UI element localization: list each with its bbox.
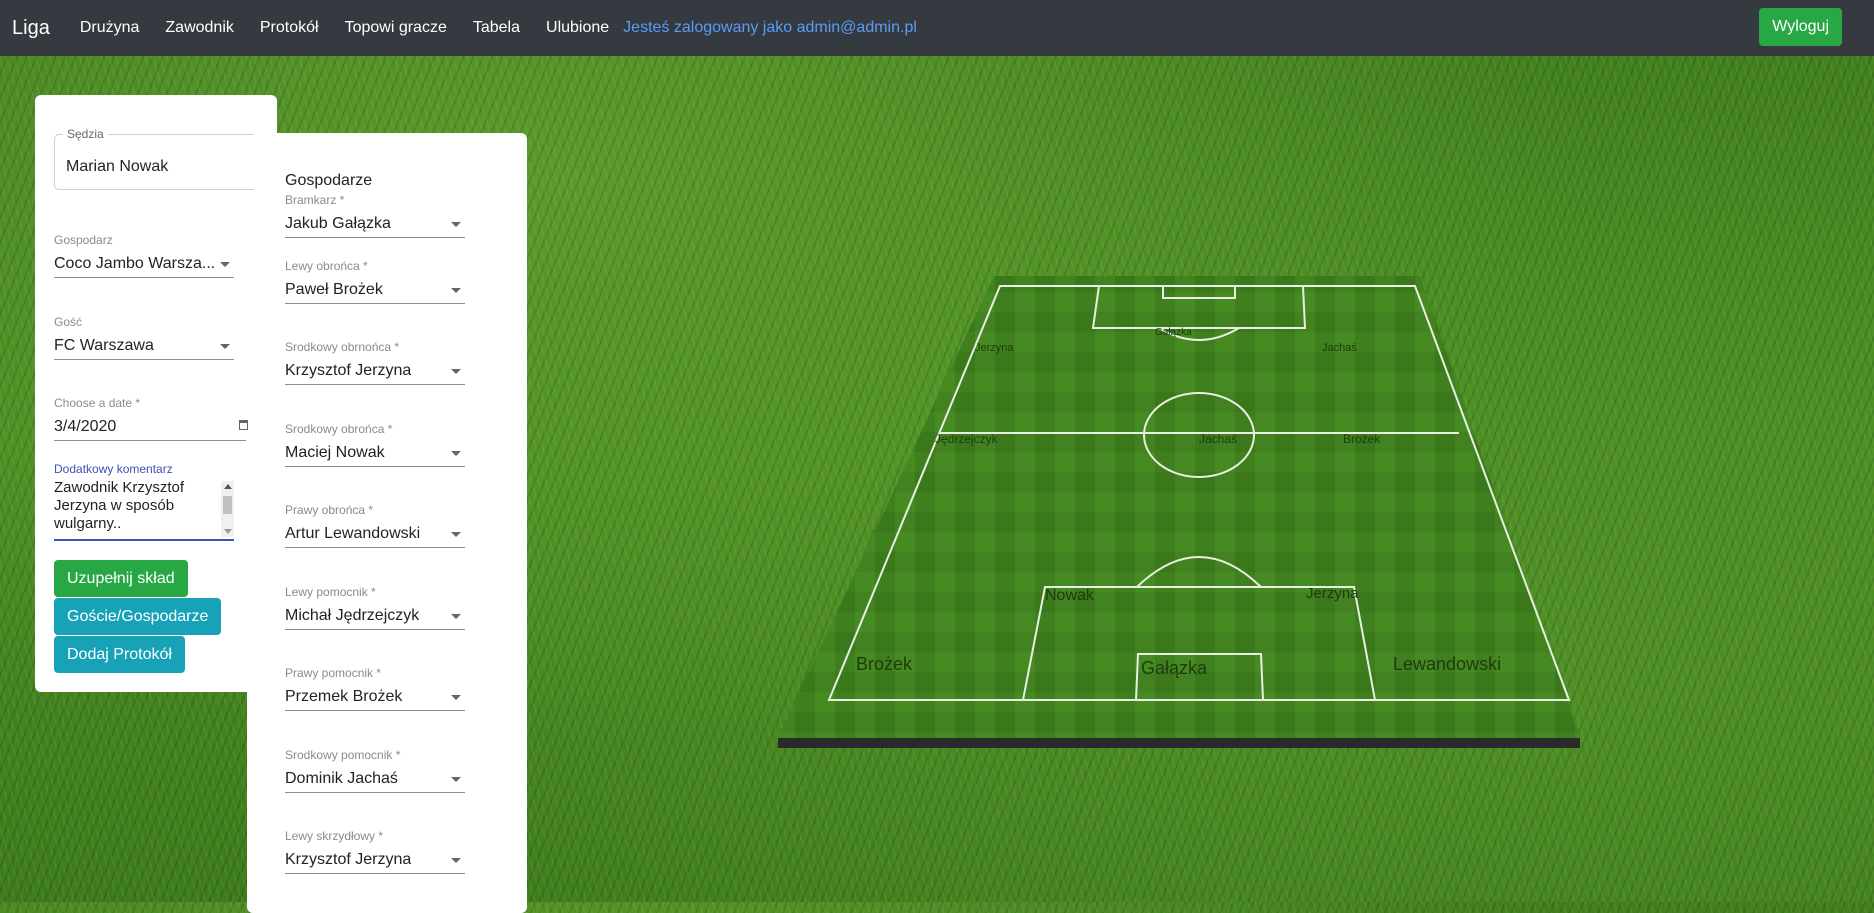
position-select-bramkarz[interactable]: Bramkarz * Jakub Gałązka <box>285 193 465 238</box>
lineup-title: Gospodarze <box>285 172 373 189</box>
logged-in-status: Jesteś zalogowany jako admin@admin.pl <box>623 19 917 36</box>
fill-squad-button[interactable]: Uzupełnij skład <box>54 560 188 597</box>
position-label: Bramkarz * <box>285 193 345 207</box>
position-select-srodkowy-obronca-2[interactable]: Srodkowy obrońca * Maciej Nowak <box>285 422 465 467</box>
date-field[interactable]: Choose a date * 3/4/2020 <box>54 396 248 441</box>
position-value: Artur Lewandowski <box>285 525 421 542</box>
position-value: Krzysztof Jerzyna <box>285 362 412 379</box>
guest-select[interactable]: Gość FC Warszawa <box>54 315 234 360</box>
pitch-label: Jędrzejczyk <box>935 432 998 446</box>
position-label: Lewy pomocnik * <box>285 585 376 599</box>
date-value: 3/4/2020 <box>54 418 117 435</box>
host-value: Coco Jambo Warsza... <box>54 255 214 272</box>
chevron-down-icon <box>451 451 461 456</box>
host-label: Gospodarz <box>54 233 113 247</box>
position-select-srodkowy-pomocnik[interactable]: Srodkowy pomocnik * Dominik Jachaś <box>285 748 465 793</box>
guests-hosts-button[interactable]: Goście/Gospodarze <box>54 598 222 635</box>
nav-link-zawodnik[interactable]: Zawodnik <box>165 19 233 37</box>
position-label: Lewy obrońca * <box>285 259 368 273</box>
position-label: Srodkowy obrnońca * <box>285 340 400 354</box>
referee-field[interactable]: Sędzia Marian Nowak <box>54 127 254 190</box>
nav-link-tabela[interactable]: Tabela <box>473 19 520 37</box>
football-pitch: Gałązka Jerzyna Jachaś Jędrzejczyk Jacha… <box>775 272 1625 752</box>
chevron-down-icon <box>451 777 461 782</box>
chevron-down-icon <box>451 222 461 227</box>
brand-logo[interactable]: Liga <box>12 17 50 40</box>
date-label: Choose a date * <box>54 396 141 410</box>
top-navbar: Liga Drużyna Zawodnik Protokół Topowi gr… <box>0 0 1874 56</box>
position-select-srodkowy-obronca-1[interactable]: Srodkowy obrnońca * Krzysztof Jerzyna <box>285 340 465 385</box>
chevron-down-icon <box>451 532 461 537</box>
pitch-label: Gałązka <box>1155 327 1192 338</box>
nav-link-protokol[interactable]: Protokół <box>260 19 319 37</box>
comment-text: Zawodnik Krzysztof Jerzyna w sposób wulg… <box>54 479 185 532</box>
position-select-lewy-skrzydlowy[interactable]: Lewy skrzydłowy * Krzysztof Jerzyna <box>285 829 465 874</box>
position-select-prawy-obronca[interactable]: Prawy obrońca * Artur Lewandowski <box>285 503 465 548</box>
chevron-down-icon <box>451 695 461 700</box>
comment-field[interactable]: Dodatkowy komentarz Zawodnik Krzysztof J… <box>54 462 234 541</box>
position-select-prawy-pomocnik[interactable]: Prawy pomocnik * Przemek Brożek <box>285 666 465 711</box>
pitch-graphic <box>778 276 1580 748</box>
nav-link-druzyna[interactable]: Drużyna <box>80 19 140 37</box>
position-label: Srodkowy pomocnik * <box>285 748 401 762</box>
pitch-label: Jachaś <box>1322 342 1357 354</box>
chevron-down-icon <box>451 288 461 293</box>
position-value: Paweł Brożek <box>285 281 383 298</box>
pitch-label: Jerzyna <box>975 342 1014 354</box>
position-value: Krzysztof Jerzyna <box>285 851 412 868</box>
position-label: Prawy obrońca * <box>285 503 374 517</box>
position-label: Lewy skrzydłowy * <box>285 829 384 843</box>
comment-scrollbar[interactable] <box>221 481 234 537</box>
position-value: Michał Jędrzejczyk <box>285 607 420 624</box>
pitch-label: Gałązka <box>1141 658 1208 678</box>
chevron-down-icon <box>451 858 461 863</box>
pitch-label: Jerzyna <box>1306 585 1359 602</box>
position-value: Jakub Gałązka <box>285 215 391 232</box>
pitch-shadow <box>778 738 1580 748</box>
pitch-label: Brożek <box>1343 432 1381 446</box>
referee-value: Marian Nowak <box>66 158 169 175</box>
position-value: Dominik Jachaś <box>285 770 398 787</box>
nav-link-ulubione[interactable]: Ulubione <box>546 19 609 37</box>
host-select[interactable]: Gospodarz Coco Jambo Warsza... <box>54 233 234 278</box>
calendar-icon[interactable] <box>239 420 248 430</box>
scroll-down-icon[interactable] <box>224 529 232 534</box>
position-value: Maciej Nowak <box>285 444 385 461</box>
chevron-down-icon <box>220 262 230 267</box>
scroll-up-icon[interactable] <box>224 484 232 489</box>
position-label: Srodkowy obrońca * <box>285 422 393 436</box>
guest-value: FC Warszawa <box>54 337 154 354</box>
guest-label: Gość <box>54 315 83 329</box>
comment-label: Dodatkowy komentarz <box>54 462 173 476</box>
position-value: Przemek Brożek <box>285 688 403 705</box>
position-select-lewy-pomocnik[interactable]: Lewy pomocnik * Michał Jędrzejczyk <box>285 585 465 630</box>
logout-button[interactable]: Wyloguj <box>1759 8 1842 46</box>
chevron-down-icon <box>451 369 461 374</box>
pitch-label: Nowak <box>1045 587 1094 604</box>
referee-label: Sędzia <box>63 127 108 141</box>
nav-link-topowi-gracze[interactable]: Topowi gracze <box>345 19 447 37</box>
pitch-label: Jachaś <box>1199 432 1238 446</box>
pitch-label: Brożek <box>856 654 913 674</box>
position-select-lewy-obronca[interactable]: Lewy obrońca * Paweł Brożek <box>285 259 465 304</box>
chevron-down-icon <box>451 614 461 619</box>
pitch-label: Lewandowski <box>1393 654 1502 674</box>
add-protocol-button[interactable]: Dodaj Protokół <box>54 636 185 673</box>
chevron-down-icon <box>220 344 230 349</box>
scroll-thumb[interactable] <box>223 496 232 514</box>
position-label: Prawy pomocnik * <box>285 666 382 680</box>
